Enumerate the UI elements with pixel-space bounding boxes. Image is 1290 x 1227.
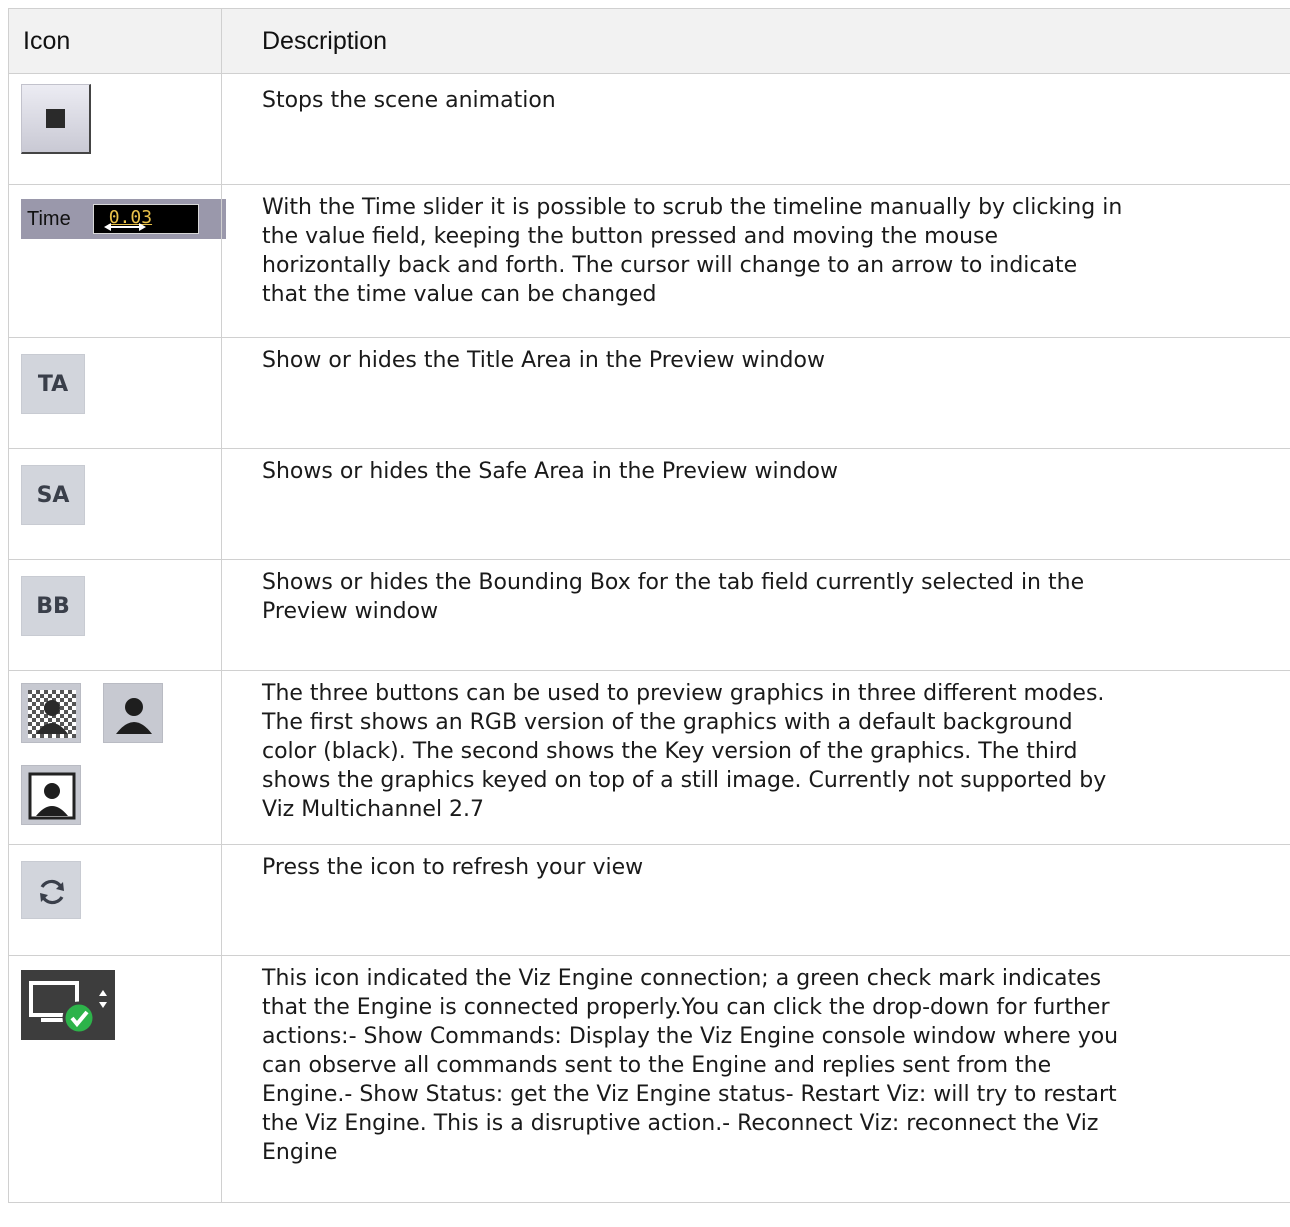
- safe-area-icon[interactable]: SA: [21, 465, 85, 525]
- row-description: Shows or hides the Safe Area in the Prev…: [262, 459, 839, 484]
- row-description: With the Time slider it is possible to s…: [262, 195, 1123, 307]
- table-row: BB Shows or hides the Bounding Box for t…: [8, 559, 1290, 671]
- row-description: This icon indicated the Viz Engine conne…: [262, 966, 1119, 1165]
- rgb-mode-icon[interactable]: [21, 683, 81, 743]
- table-row: TA Show or hides the Title Area in the P…: [8, 337, 1290, 449]
- bounding-box-icon[interactable]: BB: [21, 576, 85, 636]
- table-header-row: Icon Description: [8, 8, 1290, 74]
- still-image-mode-icon[interactable]: [21, 765, 81, 825]
- time-value-field[interactable]: 0.03: [92, 204, 199, 234]
- key-mode-icon[interactable]: [103, 683, 163, 743]
- row-description: Press the icon to refresh your view: [262, 855, 644, 880]
- table-row: Stops the scene animation: [8, 73, 1290, 185]
- row-description: Shows or hides the Bounding Box for the …: [262, 570, 1085, 624]
- icon-description-table: Icon Description Stops the scene animati…: [8, 8, 1290, 1203]
- refresh-icon[interactable]: [21, 861, 81, 919]
- time-slider[interactable]: Time 0.03: [21, 199, 226, 239]
- table-row: This icon indicated the Viz Engine conne…: [8, 955, 1290, 1203]
- table-row: SA Shows or hides the Safe Area in the P…: [8, 448, 1290, 560]
- stop-icon[interactable]: [21, 84, 91, 154]
- row-description: Show or hides the Title Area in the Prev…: [262, 348, 825, 373]
- table-row: Time 0.03 With the Time slider it is pos…: [8, 184, 1290, 338]
- viz-engine-connection-icon[interactable]: [21, 970, 115, 1040]
- row-description: Stops the scene animation: [262, 88, 556, 113]
- title-area-icon[interactable]: TA: [21, 354, 85, 414]
- header-description: Description: [221, 8, 1290, 74]
- row-description: The three buttons can be used to preview…: [262, 681, 1107, 822]
- time-label: Time: [27, 207, 71, 230]
- header-icon: Icon: [8, 8, 222, 74]
- table-row: Press the icon to refresh your view: [8, 844, 1290, 956]
- scrub-arrow-icon: [103, 223, 146, 231]
- table-row: The three buttons can be used to preview…: [8, 670, 1290, 845]
